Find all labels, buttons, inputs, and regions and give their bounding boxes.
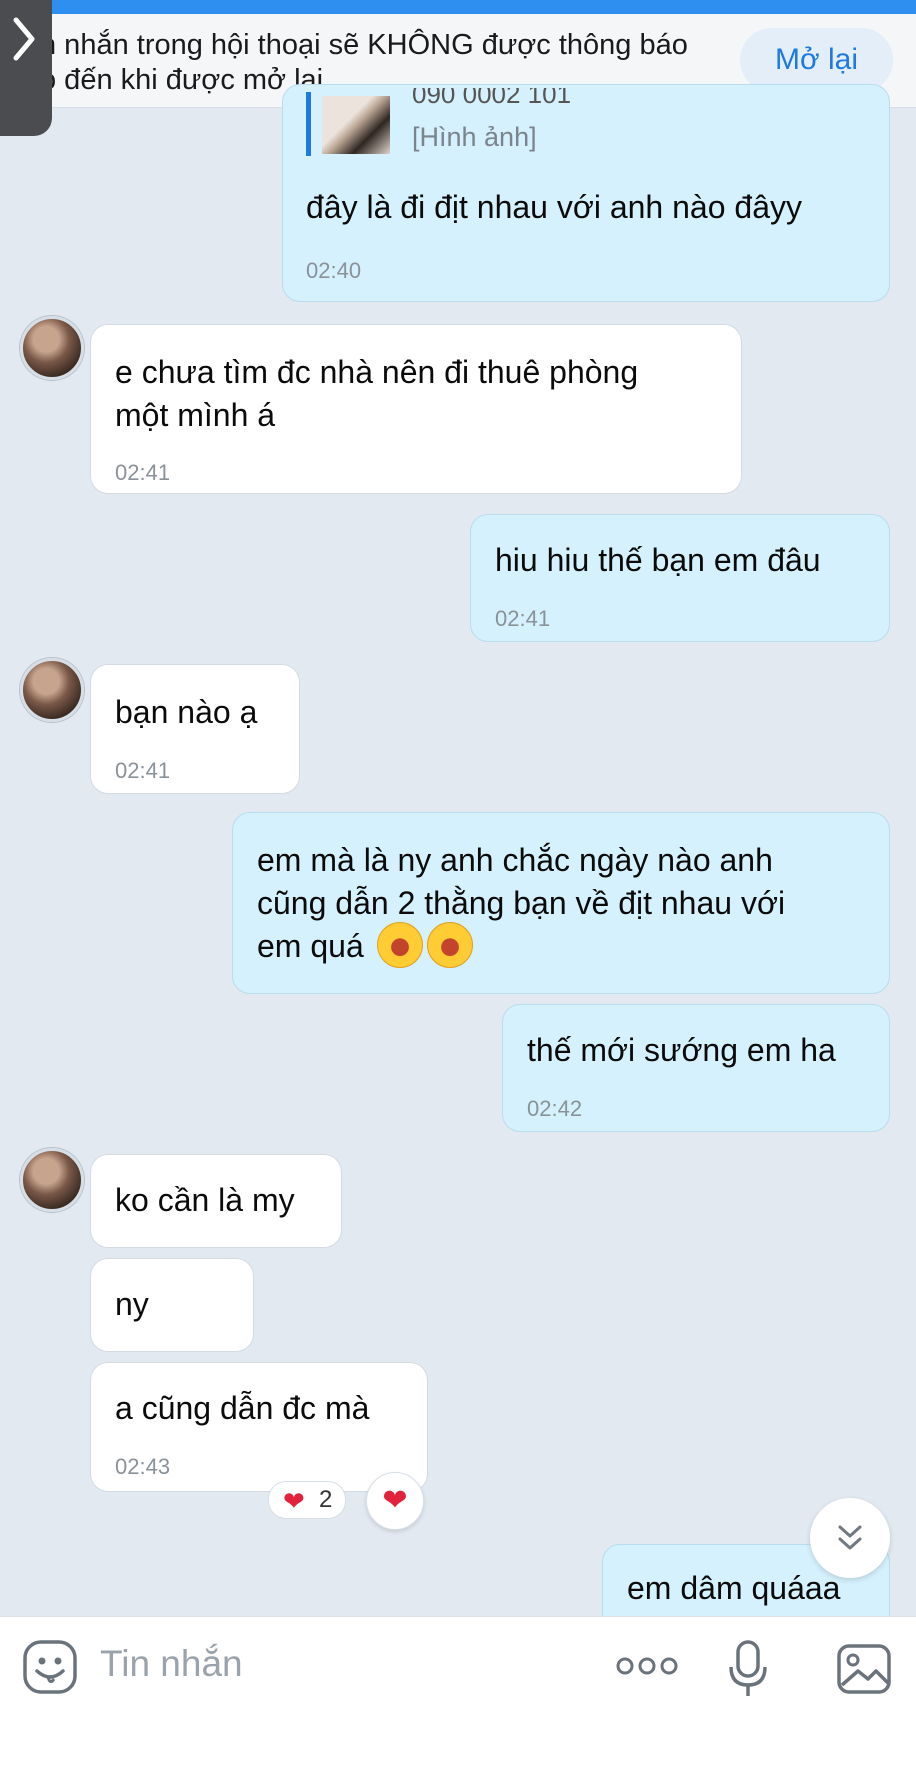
message-bubble-outgoing[interactable]: em mà là ny anh chắc ngày nào anh cũng d…	[232, 812, 890, 994]
reopen-notifications-button[interactable]: Mở lại	[740, 28, 893, 92]
message-bubble-incoming[interactable]: ko cần là my	[90, 1154, 342, 1248]
message-time: 02:42	[527, 1096, 583, 1121]
reaction-count: 2	[319, 1486, 333, 1513]
message-text-line: em mà là ny anh chắc ngày nào anh	[257, 842, 773, 878]
quote-indicator-bar	[306, 92, 311, 156]
heart-icon: ❤	[382, 1484, 408, 1517]
message-time: 02:41	[115, 460, 171, 485]
avatar[interactable]	[20, 1148, 84, 1212]
message-input[interactable]: Tin nhắn	[100, 1643, 243, 1685]
add-reaction-button[interactable]: ❤	[366, 1472, 424, 1530]
back-button[interactable]	[0, 0, 52, 136]
message-text: đây là đi địt nhau với anh nào đâyy	[306, 189, 802, 225]
message-text: bạn nào ạ	[115, 694, 258, 730]
message-bubble-outgoing[interactable]: hiu hiu thế bạn em đâu 02:41	[470, 514, 890, 642]
top-status-strip	[0, 0, 916, 14]
message-text: a cũng dẫn đc mà	[115, 1390, 370, 1426]
avatar[interactable]	[20, 316, 84, 380]
chevron-right-icon	[13, 17, 35, 61]
image-gallery-icon[interactable]	[836, 1643, 892, 1695]
message-input-bar: Tin nhắn	[0, 1616, 916, 1792]
message-bubble-incoming[interactable]: bạn nào ạ 02:41	[90, 664, 300, 794]
message-text: hiu hiu thế bạn em đâu	[495, 542, 821, 578]
sticker-face-icon[interactable]	[22, 1639, 78, 1695]
heart-icon: ❤	[283, 1486, 305, 1516]
message-time: 02:43	[115, 1454, 171, 1479]
message-bubble-incoming[interactable]: ny	[90, 1258, 254, 1352]
scroll-to-bottom-button[interactable]	[810, 1498, 890, 1578]
message-bubble-incoming[interactable]: a cũng dẫn đc mà 02:43	[90, 1362, 428, 1492]
message-time: 02:41	[495, 606, 551, 631]
microphone-icon[interactable]	[728, 1639, 768, 1699]
double-chevron-down-icon	[838, 1525, 862, 1550]
message-time: 02:40	[306, 258, 362, 283]
quoted-image-label: [Hình ảnh]	[412, 122, 537, 152]
reaction-summary[interactable]: ❤ 2	[268, 1481, 346, 1519]
quoted-image-thumbnail[interactable]	[322, 96, 390, 154]
message-time: 02:41	[115, 758, 171, 783]
message-text: thế mới sướng em ha	[527, 1032, 836, 1068]
message-text-line: e chưa tìm đc nhà nên đi thuê phòng	[115, 354, 639, 390]
mute-notification-line-1: n nhắn trong hội thoại sẽ KHÔNG được thô…	[40, 29, 688, 61]
message-text: em quá	[257, 928, 364, 964]
message-text-line: một mình á	[115, 397, 276, 433]
laughing-face-icon	[426, 921, 473, 968]
avatar[interactable]	[20, 658, 84, 722]
message-text: ny	[115, 1286, 149, 1322]
more-dots-icon[interactable]	[616, 1651, 678, 1681]
quoted-sender: 090 0002 101	[412, 88, 572, 106]
message-bubble-incoming[interactable]: e chưa tìm đc nhà nên đi thuê phòng một …	[90, 324, 742, 494]
message-bubble-outgoing[interactable]: thế mới sướng em ha 02:42	[502, 1004, 890, 1132]
message-text: ko cần là my	[115, 1182, 295, 1218]
message-text-line-with-emoji: em quá	[257, 921, 869, 972]
message-text-line: cũng dẫn 2 thằng bạn về địt nhau với	[257, 885, 786, 921]
laughing-face-icon	[376, 921, 423, 968]
